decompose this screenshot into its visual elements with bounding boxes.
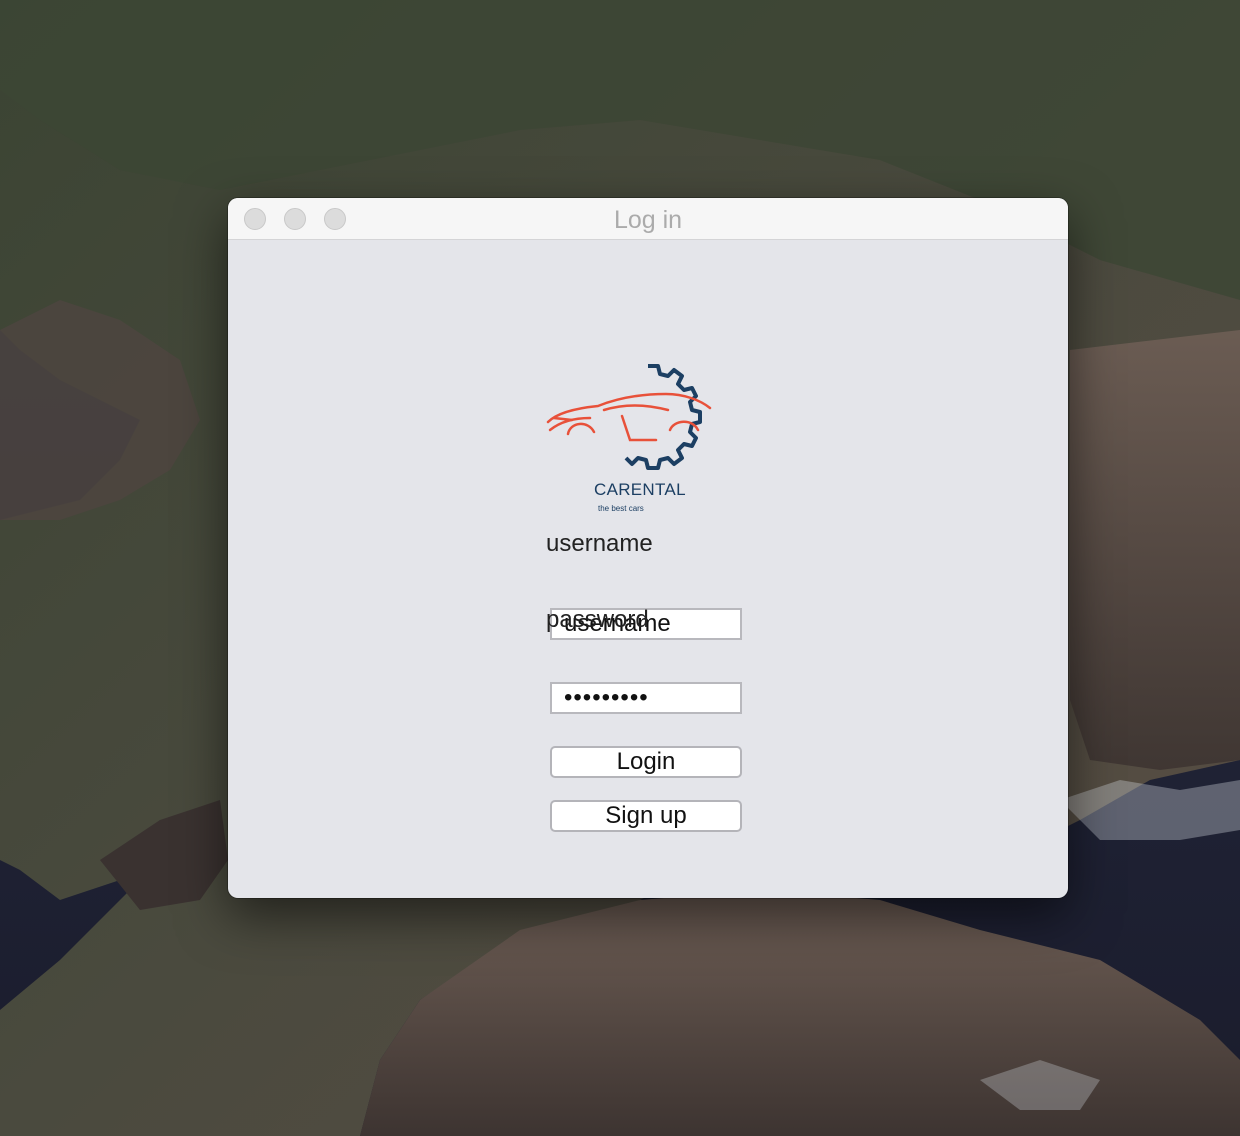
car-icon [546,392,712,442]
window-titlebar[interactable]: Log in [228,198,1068,240]
window-title: Log in [613,206,683,234]
login-content: CARENTAL the best cars username password… [228,240,1068,898]
logo-brand-name: CARENTAL [594,480,686,499]
login-window: Log in CARENTAL the best cars username u… [228,198,1068,898]
password-input[interactable] [550,682,742,714]
username-label: username [546,530,653,557]
gear-icon [624,364,702,470]
login-button[interactable]: Login [550,746,742,778]
password-label: password [546,606,649,633]
desktop: Log in CARENTAL the best cars username u… [0,0,1240,1136]
logo-tagline: the best cars [598,504,644,513]
signup-button[interactable]: Sign up [550,800,742,832]
